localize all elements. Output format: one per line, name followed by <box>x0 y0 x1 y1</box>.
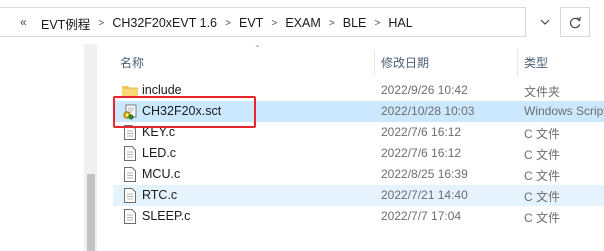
file-type: Windows Script <box>524 104 604 118</box>
column-divider[interactable] <box>517 50 518 76</box>
chevron-right-icon[interactable]: > <box>369 18 385 29</box>
file-name: RTC.c <box>142 188 178 202</box>
chevron-right-icon[interactable]: > <box>324 18 340 29</box>
breadcrumb-item[interactable]: BLE <box>340 16 370 30</box>
column-header-date[interactable]: 修改日期 <box>381 52 429 74</box>
list-item[interactable]: MCU.c 2022/8/25 16:39 C 文件 <box>113 164 604 185</box>
file-name: LED.c <box>142 146 177 160</box>
scrollbar-thumb[interactable] <box>87 174 95 251</box>
refresh-button[interactable] <box>560 7 590 37</box>
refresh-icon <box>569 16 581 28</box>
c-file-icon <box>122 209 138 225</box>
list-item[interactable]: LED.c 2022/7/6 16:12 C 文件 <box>113 143 604 164</box>
address-bar[interactable]: « EVT例程 > CH32F20xEVT 1.6 > EVT > EXAM >… <box>0 7 526 37</box>
column-header-name[interactable]: 名称 <box>120 52 144 74</box>
breadcrumb: EVT例程 > CH32F20xEVT 1.6 > EVT > EXAM > B… <box>38 14 416 33</box>
breadcrumb-item[interactable]: EVT <box>236 16 266 30</box>
breadcrumb-item[interactable]: EXAM <box>282 16 323 30</box>
file-date: 2022/7/21 14:40 <box>381 188 468 202</box>
list-item-hovered[interactable]: RTC.c 2022/7/21 14:40 C 文件 <box>113 185 604 206</box>
file-type: C 文件 <box>524 190 561 204</box>
sort-indicator-icon: ⌃ <box>254 44 261 53</box>
column-divider[interactable] <box>374 50 375 76</box>
column-header-type[interactable]: 类型 <box>524 52 548 74</box>
file-name: MCU.c <box>142 167 181 181</box>
file-type: C 文件 <box>524 211 561 225</box>
address-history-dropdown[interactable] <box>533 7 557 37</box>
navigation-pane[interactable] <box>0 44 84 251</box>
chevron-right-icon[interactable]: > <box>220 18 236 29</box>
file-type: C 文件 <box>524 148 561 162</box>
breadcrumb-item[interactable]: CH32F20xEVT 1.6 <box>109 16 220 30</box>
file-type: 文件夹 <box>524 85 561 99</box>
breadcrumb-item[interactable]: HAL <box>385 16 415 30</box>
highlight-annotation-box <box>113 96 256 128</box>
chevron-right-icon[interactable]: > <box>266 18 282 29</box>
address-bar-row: « EVT例程 > CH32F20xEVT 1.6 > EVT > EXAM >… <box>0 0 604 44</box>
file-date: 2022/7/7 17:04 <box>381 209 462 223</box>
breadcrumb-overflow-button[interactable]: « <box>20 15 27 29</box>
file-type: C 文件 <box>524 169 561 183</box>
file-date: 2022/7/6 16:12 <box>381 146 462 160</box>
chevron-down-icon <box>540 19 550 25</box>
file-type: C 文件 <box>524 127 561 141</box>
file-date: 2022/7/6 16:12 <box>381 125 462 139</box>
breadcrumb-item[interactable]: EVT例程 <box>38 14 93 33</box>
file-name: SLEEP.c <box>142 209 191 223</box>
c-file-icon <box>122 167 138 183</box>
chevron-right-icon[interactable]: > <box>93 18 109 29</box>
file-date: 2022/9/26 10:42 <box>381 83 468 97</box>
file-date: 2022/10/28 10:03 <box>381 104 475 118</box>
c-file-icon <box>122 188 138 204</box>
c-file-icon <box>122 146 138 162</box>
file-date: 2022/8/25 16:39 <box>381 167 468 181</box>
file-name: include <box>142 83 182 97</box>
list-item[interactable]: SLEEP.c 2022/7/7 17:04 C 文件 <box>113 206 604 227</box>
